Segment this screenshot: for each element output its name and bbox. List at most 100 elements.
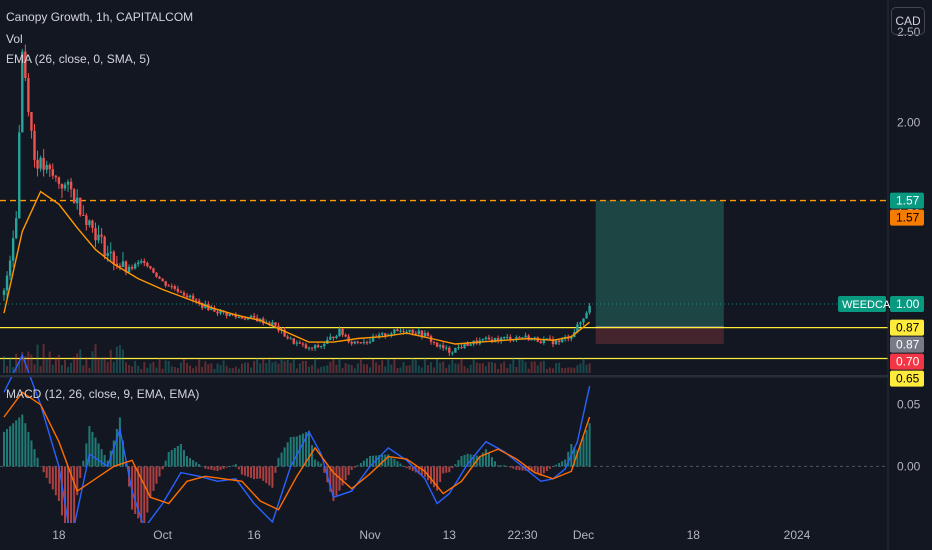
macd-histogram-bar <box>237 466 240 470</box>
candle-body <box>417 330 420 335</box>
macd-histogram-bar <box>51 466 54 490</box>
macd-histogram-bar <box>408 466 411 470</box>
macd-histogram-bar <box>552 466 554 467</box>
volume-bar <box>158 358 161 373</box>
macd-histogram-bar <box>542 466 545 474</box>
candle-body <box>548 338 552 340</box>
candle-body <box>152 268 155 273</box>
volume-bar <box>475 362 478 373</box>
macd-histogram-bar <box>73 466 76 527</box>
candle-body <box>539 341 542 344</box>
volume-bar <box>362 364 365 373</box>
volume-bar <box>369 367 371 373</box>
macd-histogram-bar <box>176 445 179 467</box>
candle-body <box>72 189 76 204</box>
volume-bar <box>265 363 268 373</box>
volume-bar <box>121 349 124 373</box>
macd-histogram-bar <box>222 466 225 469</box>
volume-bar <box>283 361 286 373</box>
volume-bar <box>73 356 76 373</box>
macd-histogram-bar <box>457 460 460 467</box>
volume-bar <box>118 344 121 373</box>
volume-bar <box>277 363 280 373</box>
volume-bar <box>338 358 341 373</box>
candle-body <box>460 347 463 349</box>
candle-body <box>359 342 363 344</box>
candle-body <box>585 312 588 319</box>
volume-bar <box>439 362 442 373</box>
trading-chart[interactable]: 2.502.001.501.000.050.001.571.571.000.87… <box>0 0 932 550</box>
volume-bar <box>472 359 475 373</box>
candle-body <box>140 260 143 263</box>
candle-body <box>454 347 457 353</box>
volume-bar <box>433 367 436 373</box>
volume-bar <box>298 363 301 373</box>
macd-histogram-bar <box>231 465 234 467</box>
macd-histogram-bar <box>182 450 185 467</box>
candle-body <box>329 336 332 340</box>
volume-bar <box>579 363 582 373</box>
macd-histogram-bar <box>243 466 246 476</box>
candle-body <box>48 164 51 170</box>
candle-body <box>170 286 173 288</box>
candle-body <box>66 181 70 185</box>
time-tick-label: Nov <box>359 528 380 542</box>
candle-body <box>94 227 97 241</box>
volume-bar <box>225 365 228 373</box>
candle-body <box>91 220 94 228</box>
candle-body <box>146 262 149 267</box>
volume-bar <box>542 360 545 373</box>
volume-bar <box>548 367 551 373</box>
volume-bar <box>97 357 100 373</box>
candle-body <box>390 333 393 335</box>
macd-histogram-bar <box>15 420 18 467</box>
macd-histogram-bar <box>9 426 12 467</box>
macd-histogram-bar <box>487 453 490 467</box>
candle-body <box>33 130 36 160</box>
candle-body <box>310 347 314 349</box>
volume-bar <box>500 363 503 373</box>
volume-bar <box>341 367 344 373</box>
volume-bar <box>356 363 359 373</box>
candle-body <box>408 329 411 332</box>
volume-bar <box>451 359 454 373</box>
macd-histogram-bar <box>79 466 82 478</box>
macd-histogram-bar <box>518 466 521 471</box>
volume-bar <box>320 366 323 373</box>
volume-bar <box>524 362 527 373</box>
volume-bar <box>466 368 469 373</box>
candle-body <box>295 342 298 344</box>
macd-histogram-bar <box>118 417 121 467</box>
macd-histogram-bar <box>100 449 103 467</box>
candle-body <box>332 336 335 339</box>
candle-body <box>237 316 241 318</box>
macd-histogram-bar <box>216 466 219 472</box>
candle-body <box>51 169 54 176</box>
price-tick-label: 2.00 <box>897 116 921 130</box>
candle-body <box>292 338 295 344</box>
macd-histogram-bar <box>265 466 268 484</box>
volume-bar <box>460 358 463 373</box>
volume-bar <box>408 365 411 373</box>
candle-body <box>381 333 384 335</box>
volume-bar <box>9 357 12 373</box>
macd-histogram-bar <box>30 440 33 467</box>
candle-body <box>57 177 61 184</box>
volume-bar <box>545 368 548 373</box>
candle-body <box>487 337 491 340</box>
volume-bar <box>311 365 314 373</box>
candle-body <box>414 333 417 335</box>
volume-bar <box>253 361 256 373</box>
macd-histogram-bar <box>311 445 314 467</box>
volume-bar <box>335 364 338 373</box>
macd-histogram-bar <box>286 442 289 467</box>
volume-bar <box>491 361 493 373</box>
candle-body <box>588 305 591 313</box>
volume-bar <box>536 365 539 373</box>
currency-button[interactable]: CAD <box>891 7 925 35</box>
volume-bar <box>115 346 118 373</box>
candle-body <box>393 329 396 334</box>
volume-bar <box>112 361 115 373</box>
time-tick-label: 22:30 <box>507 528 537 542</box>
volume-bar <box>426 364 429 373</box>
